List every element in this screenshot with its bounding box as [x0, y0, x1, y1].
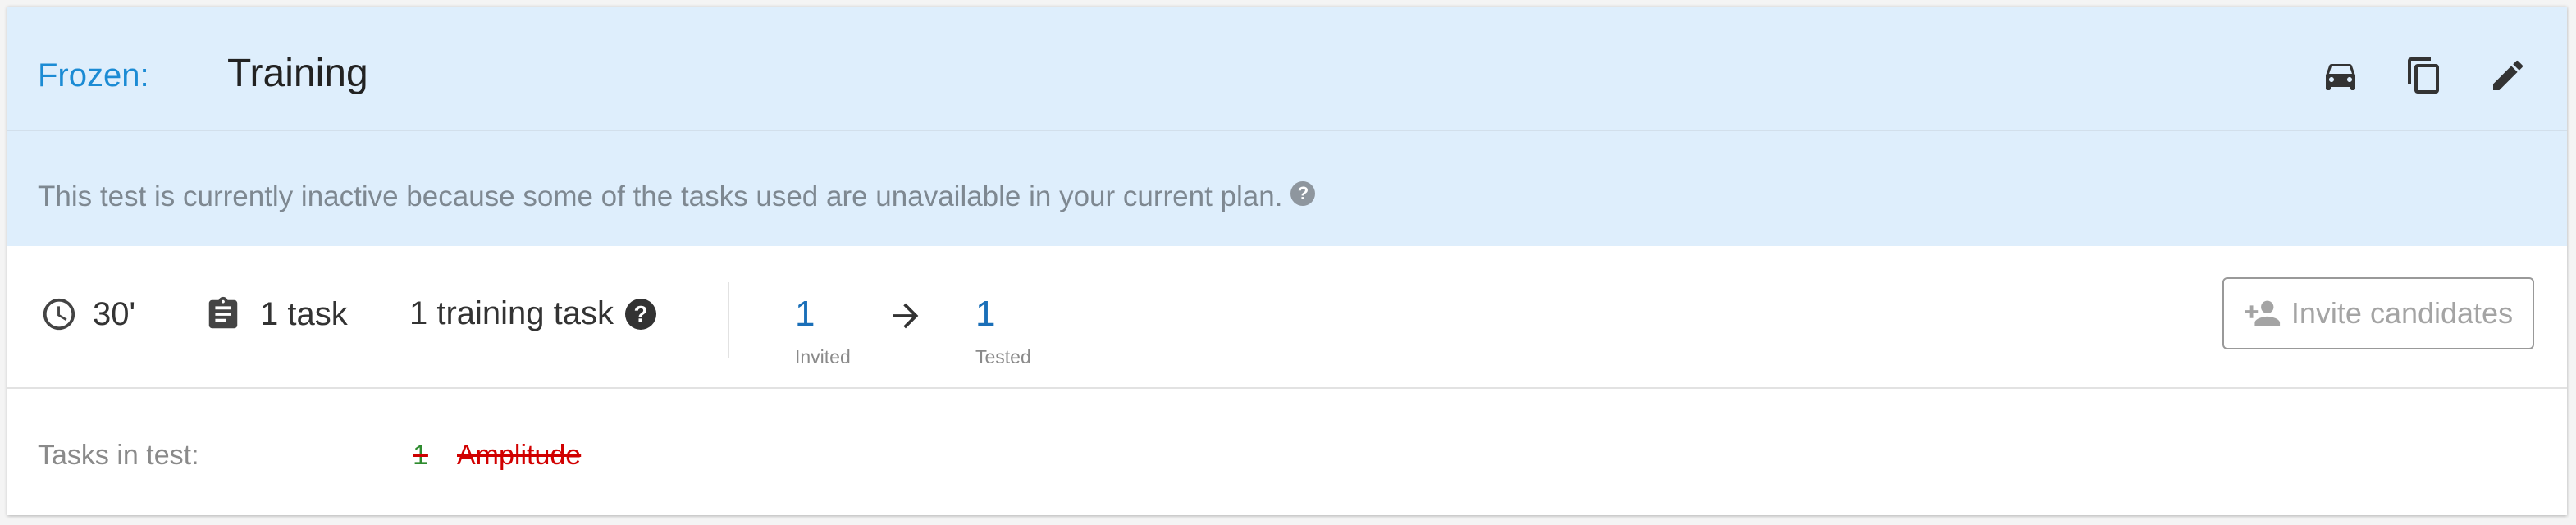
copy-button[interactable] — [2398, 49, 2450, 102]
training-task-stat: 1 training task ? — [409, 295, 657, 332]
test-card: Frozen: Training This test is currently … — [7, 7, 2567, 515]
edit-button[interactable] — [2482, 49, 2534, 102]
status-label: Frozen: — [38, 57, 149, 94]
notice-message: This test is currently inactive because … — [38, 180, 1283, 212]
car-icon — [2326, 64, 2355, 90]
clock-icon — [43, 298, 75, 331]
notice-text: This test is currently inactive because … — [38, 180, 1316, 213]
tested-metric[interactable]: 1 Tested — [975, 294, 1031, 368]
tested-label: Tested — [975, 346, 1031, 368]
task-name[interactable]: Amplitude — [457, 440, 581, 472]
invite-candidates-label: Invite candidates — [2291, 296, 2514, 330]
add-person-icon — [2245, 300, 2280, 326]
test-stats: 30' 1 task 1 training task ? 1 Invited 1… — [7, 246, 2567, 389]
test-header: Frozen: Training — [7, 7, 2567, 131]
inactive-notice: This test is currently inactive because … — [7, 131, 2567, 246]
task-number: 1 — [413, 440, 428, 471]
copy-icon — [2408, 57, 2439, 94]
invited-label: Invited — [795, 346, 851, 368]
task-count: 1 task — [260, 295, 348, 332]
invited-metric[interactable]: 1 Invited — [795, 294, 851, 368]
duration-value: 30' — [93, 295, 136, 332]
tasks-label: Tasks in test: — [38, 440, 199, 471]
training-task-count: 1 training task — [409, 295, 614, 331]
arrow-right-icon — [887, 297, 925, 339]
invited-count: 1 — [795, 294, 815, 334]
header-actions — [2314, 49, 2534, 102]
stats-divider — [728, 282, 729, 358]
help-icon[interactable]: ? — [625, 298, 657, 330]
test-title: Training — [227, 52, 368, 95]
edit-icon — [2493, 60, 2523, 90]
help-icon[interactable]: ? — [1290, 181, 1316, 206]
clipboard-icon — [208, 296, 238, 329]
tested-count: 1 — [975, 294, 996, 334]
tasks-in-test: Tasks in test: 1 Amplitude — [7, 389, 2567, 515]
car-button[interactable] — [2314, 49, 2367, 102]
duration-stat: 30' — [40, 295, 135, 333]
invite-candidates-button[interactable]: Invite candidates — [2222, 277, 2534, 349]
task-count-stat: 1 task — [204, 295, 348, 333]
